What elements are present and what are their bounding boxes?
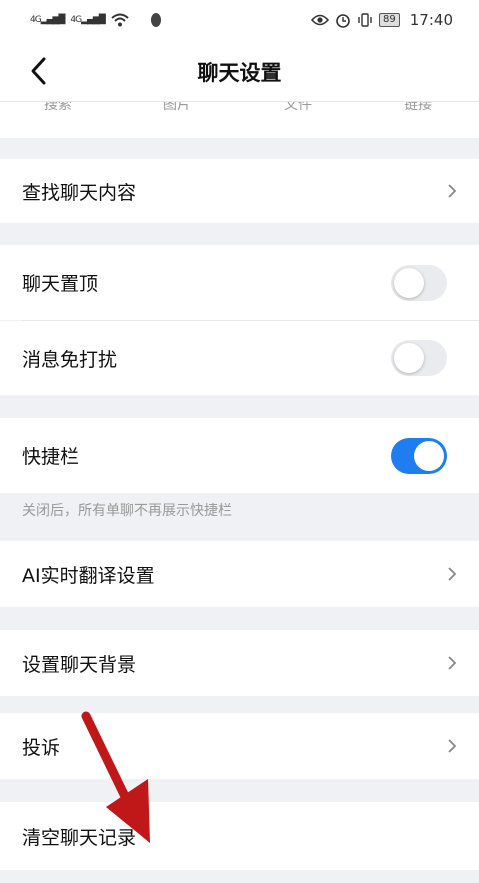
quickbar-label: 快捷栏 bbox=[22, 446, 80, 468]
mute-toggle[interactable] bbox=[391, 340, 447, 376]
signal-icon: 4G▂▄▆█ bbox=[30, 15, 65, 25]
pin-chat-row: 聊天置顶 bbox=[0, 245, 479, 320]
page-title: 聊天设置 bbox=[197, 61, 282, 85]
battery-icon: 89 bbox=[379, 13, 400, 27]
tab-search[interactable]: 搜索 bbox=[44, 102, 72, 114]
wifi-icon bbox=[111, 13, 129, 27]
ai-translate-label: AI实时翻译设置 bbox=[22, 564, 155, 587]
tab-links[interactable]: 链接 bbox=[404, 102, 432, 114]
toggle-knob bbox=[394, 343, 424, 373]
ai-translate-row[interactable]: AI实时翻译设置 bbox=[0, 541, 479, 607]
chat-background-label: 设置聊天背景 bbox=[22, 653, 137, 676]
quickbar-row: 快捷栏 bbox=[0, 418, 479, 493]
chevron-right-icon bbox=[448, 656, 457, 670]
status-bar: 4G▂▄▆█ 4G▂▄▆█ 89 17:40 bbox=[0, 0, 479, 40]
alarm-icon bbox=[336, 14, 350, 28]
chevron-right-icon bbox=[448, 739, 457, 753]
mute-label: 消息免打扰 bbox=[22, 348, 118, 371]
clear-history-row[interactable]: 清空聊天记录 bbox=[0, 802, 479, 870]
clear-history-label: 清空聊天记录 bbox=[22, 826, 137, 849]
chat-background-row[interactable]: 设置聊天背景 bbox=[0, 630, 479, 696]
nav-bar: 聊天设置 bbox=[0, 40, 479, 102]
chevron-right-icon bbox=[448, 567, 457, 581]
toggle-knob bbox=[414, 440, 444, 471]
signal-icon-2: 4G▂▄▆█ bbox=[70, 15, 105, 25]
search-chat-label: 查找聊天内容 bbox=[22, 181, 137, 204]
search-chat-row[interactable]: 查找聊天内容 bbox=[0, 159, 479, 223]
tab-files[interactable]: 文件 bbox=[284, 102, 312, 114]
qq-penguin-icon bbox=[150, 13, 161, 27]
media-tabs: 搜索 图片 文件 链接 bbox=[0, 102, 479, 138]
pin-chat-label: 聊天置顶 bbox=[22, 273, 99, 295]
toggle-knob bbox=[394, 267, 424, 298]
chevron-right-icon bbox=[448, 184, 457, 198]
quickbar-hint: 关闭后，所有单聊不再展示快捷栏 bbox=[22, 503, 232, 519]
report-row[interactable]: 投诉 bbox=[0, 713, 479, 779]
pin-chat-toggle[interactable] bbox=[391, 264, 447, 301]
eye-icon bbox=[311, 14, 330, 26]
quickbar-toggle[interactable] bbox=[391, 437, 447, 474]
tab-images[interactable]: 图片 bbox=[163, 102, 191, 114]
report-label: 投诉 bbox=[22, 736, 61, 759]
status-time: 17:40 bbox=[409, 11, 453, 29]
vibrate-icon bbox=[358, 13, 372, 27]
mute-row: 消息免打扰 bbox=[0, 321, 479, 395]
